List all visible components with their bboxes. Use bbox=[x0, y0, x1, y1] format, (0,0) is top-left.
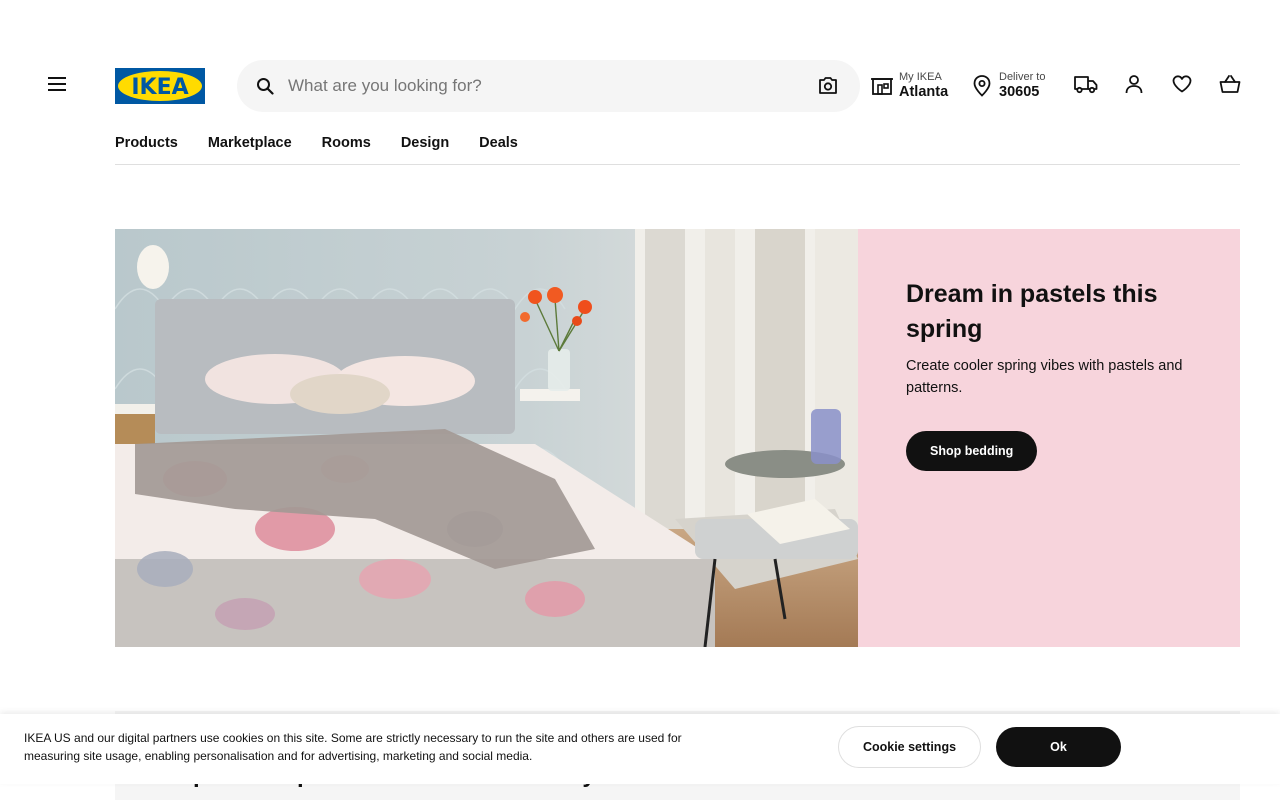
my-ikea-label: My IKEA bbox=[899, 71, 942, 84]
logo-text: IKEA bbox=[131, 75, 188, 100]
nav-divider bbox=[115, 164, 1240, 165]
nav-item-products[interactable]: Products bbox=[115, 128, 178, 158]
nav-item-rooms[interactable]: Rooms bbox=[322, 128, 371, 158]
search-input[interactable] bbox=[288, 60, 788, 112]
cookie-settings-button[interactable]: Cookie settings bbox=[838, 726, 981, 768]
cookie-ok-button[interactable]: Ok bbox=[996, 727, 1121, 767]
main-navigation: Products Marketplace Rooms Design Deals bbox=[115, 128, 548, 158]
user-icon bbox=[1124, 74, 1144, 99]
cart-button[interactable] bbox=[1216, 72, 1244, 100]
deliver-zip-code: 30605 bbox=[999, 83, 1040, 100]
hero-title: Dream in pastels this spring bbox=[906, 280, 1158, 343]
ikea-logo[interactable]: IKEA bbox=[115, 68, 205, 104]
hero-bedroom-image[interactable] bbox=[115, 229, 858, 647]
shopping-basket-icon bbox=[1219, 74, 1241, 99]
account-button[interactable] bbox=[1120, 72, 1148, 100]
search-icon[interactable] bbox=[253, 74, 277, 98]
menu-button[interactable] bbox=[37, 66, 77, 106]
hero-promo-panel: Dream in pastels this spring Create cool… bbox=[858, 229, 1240, 647]
cookie-message: IKEA US and our digital partners use coo… bbox=[24, 731, 682, 763]
heart-icon bbox=[1172, 74, 1192, 98]
hamburger-menu-icon bbox=[48, 76, 66, 96]
location-pin-icon bbox=[970, 74, 994, 98]
shop-bedding-button[interactable]: Shop bedding bbox=[906, 431, 1038, 471]
my-ikea-store-name: Atlanta bbox=[899, 83, 949, 100]
store-icon bbox=[870, 74, 894, 98]
cookie-banner: IKEA US and our digital partners use coo… bbox=[0, 714, 1280, 784]
hero-subtitle: Create cooler spring vibes with pastels … bbox=[906, 358, 1183, 396]
search-bar bbox=[237, 60, 860, 112]
deliver-to-label: Deliver to bbox=[999, 71, 1046, 84]
delivery-tracking-button[interactable] bbox=[1072, 72, 1100, 100]
camera-icon[interactable] bbox=[816, 74, 840, 98]
deliver-to-selector[interactable]: Deliver to 30605 bbox=[970, 64, 1045, 108]
truck-icon bbox=[1074, 74, 1098, 99]
nav-item-deals[interactable]: Deals bbox=[479, 128, 518, 158]
nav-item-marketplace[interactable]: Marketplace bbox=[208, 128, 292, 158]
wishlist-button[interactable] bbox=[1168, 72, 1196, 100]
my-ikea-store-selector[interactable]: My IKEA Atlanta bbox=[870, 64, 948, 108]
nav-item-design[interactable]: Design bbox=[401, 128, 449, 158]
